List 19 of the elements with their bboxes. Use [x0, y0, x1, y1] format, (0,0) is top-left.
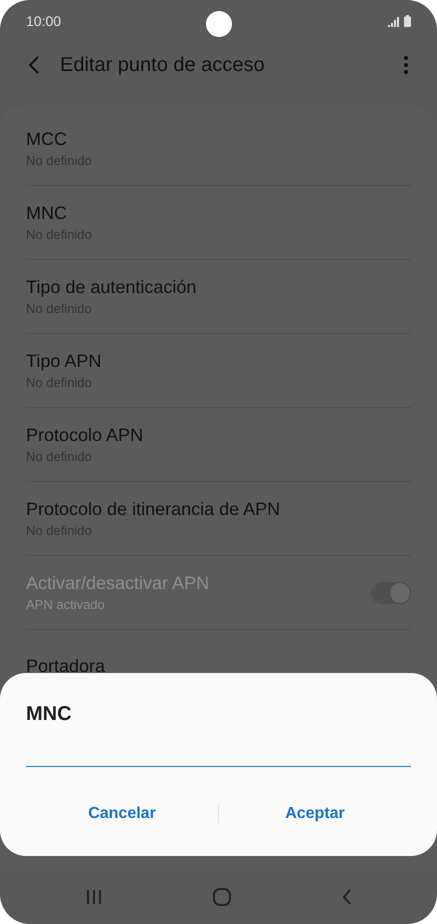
- recent-apps-icon[interactable]: [86, 889, 102, 905]
- setting-title: MNC: [26, 203, 68, 224]
- battery-icon: [404, 15, 411, 27]
- more-icon[interactable]: [403, 55, 409, 75]
- setting-title: MCC: [26, 129, 68, 150]
- dialog-button[interactable]: Aceptar: [219, 797, 411, 831]
- setting-title: Protocolo APN: [26, 425, 144, 446]
- setting-title: Protocolo de itinerancia de APN: [26, 499, 282, 520]
- setting-title: Tipo de autenticación: [26, 277, 198, 298]
- dialog-title: MNC: [26, 703, 73, 726]
- status-time: 10:00: [26, 13, 62, 29]
- back-nav-icon[interactable]: [342, 889, 352, 905]
- home-icon[interactable]: [212, 888, 230, 906]
- signal-icon: [388, 17, 400, 27]
- setting-title: Portadora: [26, 656, 106, 677]
- page-title: Editar punto de acceso: [60, 54, 266, 76]
- back-icon[interactable]: [28, 55, 40, 75]
- dialog-button[interactable]: Cancelar: [26, 797, 218, 831]
- setting-title: Tipo APN: [26, 351, 102, 372]
